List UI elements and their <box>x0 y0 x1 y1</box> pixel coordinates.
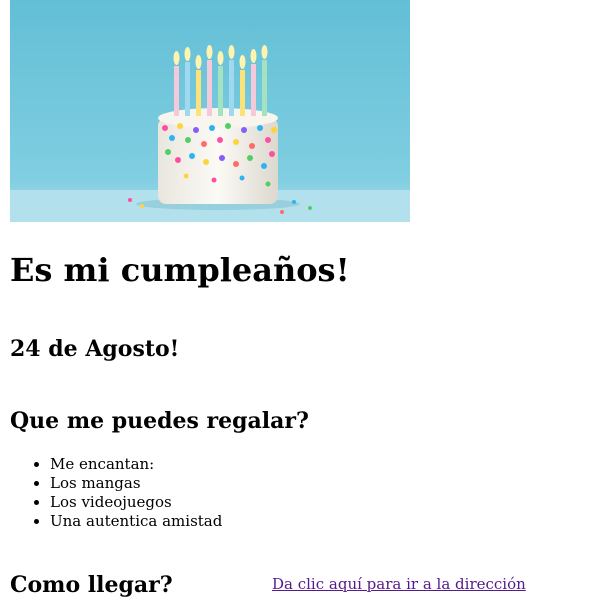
page-title: Es mi cumpleaños! <box>10 251 350 289</box>
gift-heading: Que me puedes regalar? <box>10 408 309 434</box>
birthday-date: 24 de Agosto! <box>10 336 180 362</box>
directions-section: Como llegar? Da clic aquí para ir a la d… <box>10 571 570 601</box>
directions-link[interactable]: Da clic aquí para ir a la dirección <box>272 575 526 594</box>
cake-illustration <box>10 0 410 222</box>
directions-heading: Como llegar? <box>10 572 173 598</box>
list-item: Los mangas <box>50 474 222 493</box>
list-item: Me encantan: <box>50 455 222 474</box>
birthday-cake-image <box>10 0 410 222</box>
candles <box>173 45 268 116</box>
list-item: Los videojuegos <box>50 493 222 512</box>
list-item: Una autentica amistad <box>50 512 222 531</box>
gift-list: Me encantan: Los mangas Los videojuegos … <box>10 455 222 531</box>
